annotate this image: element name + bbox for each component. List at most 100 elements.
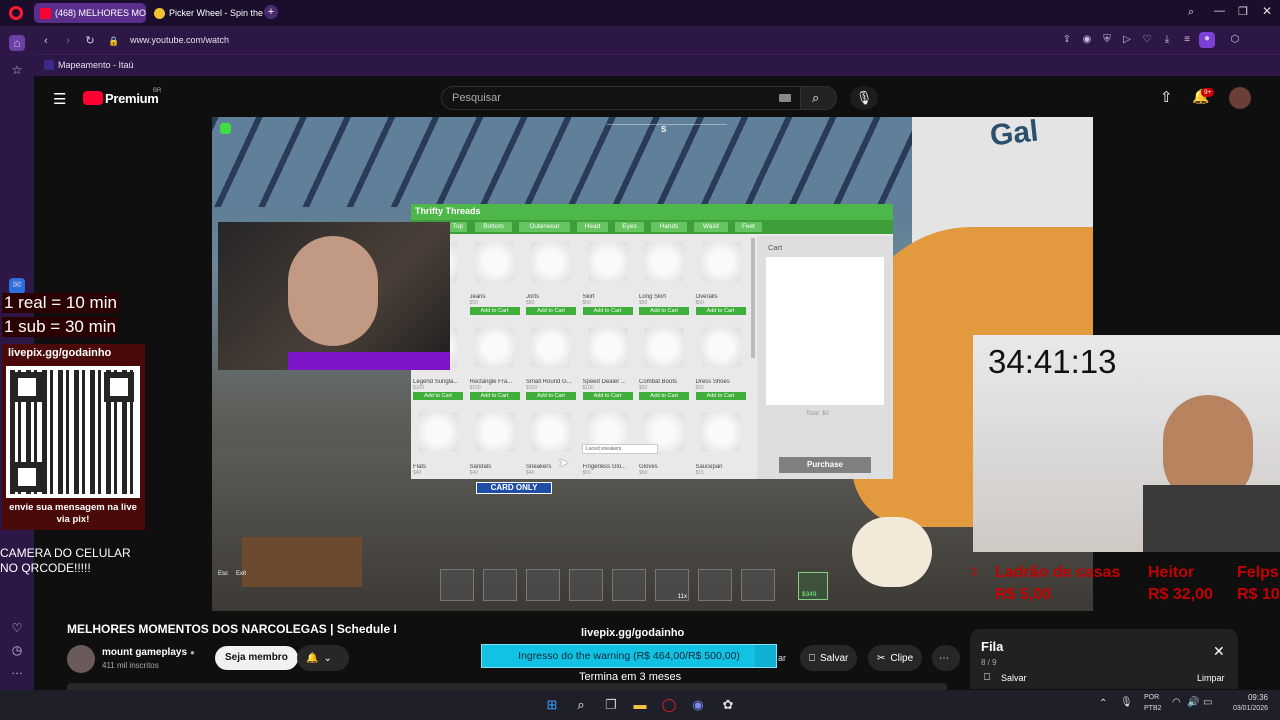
add-to-cart-button[interactable]: Add to Cart [526,307,576,315]
queue-clear-button[interactable]: Limpar [1197,673,1225,683]
shop-item[interactable]: Speed Dealer ... $100 Add to Cart [582,323,633,403]
share-button-partial[interactable]: ar [778,653,786,663]
task-view-icon[interactable]: ❐ [602,696,620,714]
new-tab-button[interactable]: + [264,5,278,19]
add-to-cart-button[interactable]: Add to Cart [469,392,520,400]
add-to-cart-button[interactable]: Add to Cart [469,307,520,315]
shop-item[interactable]: Jorts $50 Add to Cart [526,238,576,318]
star-icon[interactable]: ☆ [9,62,25,78]
shop-item[interactable]: Sandals $40 [470,408,520,488]
camera-icon[interactable]: ◉ [1080,33,1094,47]
add-to-cart-button[interactable]: Add to Cart [695,392,746,400]
messenger-icon[interactable]: ✉ [9,278,25,294]
app-icon[interactable]: ✿ [719,696,737,714]
minimize-icon[interactable]: — [1214,5,1225,17]
shop-item[interactable]: Small Round G... $100 Add to Cart [526,323,576,403]
channel-name[interactable]: mount gameplays [102,647,187,658]
shop-item[interactable]: Dress Shoes $50 Add to Cart [695,323,746,403]
add-to-cart-button[interactable]: Add to Cart [526,392,576,400]
add-to-cart-button[interactable]: Add to Cart [639,307,689,315]
add-to-cart-button[interactable]: Add to Cart [695,307,746,315]
discord-icon[interactable]: ◉ [689,696,707,714]
back-icon[interactable]: ‹ [38,33,54,49]
shop-item[interactable]: Saucepan $15 [696,408,746,488]
windows-start-icon[interactable]: ⊞ [543,696,561,714]
channel-avatar[interactable] [67,645,95,673]
youtube-logo-icon[interactable] [83,91,103,105]
hotbar-slot[interactable] [483,569,517,601]
queue-save-icon[interactable]: ⎕ [984,672,990,683]
shop-item[interactable]: Skirt $50 Add to Cart [582,238,633,318]
tab-waist[interactable]: Waist [694,222,728,232]
tab-top[interactable]: Top [449,222,467,232]
close-queue-icon[interactable]: ✕ [1213,643,1225,660]
battery-icon[interactable]: ▭ [1203,697,1212,708]
tab-feet[interactable]: Feet [735,222,762,232]
tab-youtube[interactable]: (468) MELHORES MOM [34,3,146,23]
microphone-icon[interactable]: 🎙 [1120,697,1133,708]
shop-item[interactable]: Sneakers $40 [526,408,576,488]
add-to-cart-button[interactable]: Add to Cart [582,392,633,400]
add-to-cart-button[interactable]: Add to Cart [582,307,633,315]
forward-icon[interactable]: › [60,33,76,49]
bookmark-item[interactable]: Mapeamento - Itaú [58,60,134,70]
hotbar-slot[interactable] [526,569,560,601]
queue-save-button[interactable]: Salvar [1001,673,1027,683]
youtube-premium-logo[interactable]: Premium [105,91,159,106]
heart-icon[interactable]: ♡ [9,620,25,636]
subscription-bell-button[interactable]: 🔔 ⌄ [297,645,349,671]
play-icon[interactable]: ▷ [1120,33,1134,47]
keyboard-layout[interactable]: PTB2 [1144,705,1162,712]
wifi-icon[interactable]: ◠ [1172,697,1181,708]
tab-picker-wheel[interactable]: Picker Wheel - Spin the W [148,3,263,23]
download-icon[interactable]: ⤓ [1160,33,1174,47]
tab-eyes[interactable]: Eyes [615,222,644,232]
voice-search-icon[interactable]: 🎙 [850,86,878,110]
menu-icon[interactable]: ≡ [1180,33,1194,47]
purchase-button[interactable]: Purchase [779,457,871,473]
tab-outerwear[interactable]: Outerwear [519,222,570,232]
reload-icon[interactable]: ↻ [82,33,98,49]
file-explorer-icon[interactable]: ▬ [631,696,649,714]
shield-icon[interactable]: ⛨ [1100,33,1114,47]
hamburger-menu-icon[interactable]: ☰ [53,90,66,108]
opera-taskbar-icon[interactable]: ◯ [660,696,678,714]
search-input[interactable]: Pesquisar [441,86,801,110]
language-code[interactable]: POR [1144,694,1159,701]
hotbar-slot[interactable] [698,569,732,601]
keyboard-icon[interactable] [779,94,791,102]
save-button[interactable]: ⎕ Salvar [800,645,858,671]
clock-date[interactable]: 03/01/2026 [1226,705,1268,712]
clip-button[interactable]: ✂ Clipe [868,645,923,671]
maximize-icon[interactable]: ❐ [1238,5,1248,18]
exit-label[interactable]: Exit [236,571,246,577]
hotbar-slot[interactable] [569,569,603,601]
add-to-cart-button[interactable]: Add to Cart [639,392,689,400]
more-icon[interactable]: … [9,662,25,678]
tab-head[interactable]: Head [577,222,608,232]
upload-icon[interactable]: ⇧ [1160,88,1173,106]
shop-scrollbar[interactable] [751,238,755,358]
send-icon[interactable]: ⇪ [1060,33,1074,47]
tab-bottom[interactable]: Bottom [475,222,512,232]
tab-hands[interactable]: Hands [651,222,687,232]
avatar[interactable] [1229,87,1251,109]
search-tabs-icon[interactable]: ⌕ [1188,6,1194,19]
tray-chevron-up-icon[interactable]: ⌃ [1099,698,1107,709]
shop-item[interactable]: Jeans $50 Add to Cart [469,238,520,318]
heart-icon[interactable]: ♡ [1140,33,1154,47]
money-slot[interactable]: $349 [798,572,828,600]
hotbar-slot[interactable] [612,569,646,601]
volume-icon[interactable]: 🔊 [1187,697,1199,708]
close-window-icon[interactable]: ✕ [1262,4,1272,18]
add-to-cart-button[interactable]: Add to Cart [413,392,463,400]
more-actions-button[interactable]: ⋯ [932,645,960,671]
search-icon[interactable]: ⌕ [572,696,590,714]
clock-time[interactable]: 09:36 [1226,693,1268,702]
url-field[interactable]: www.youtube.com/watch [130,35,229,45]
home-icon[interactable]: ⌂ [9,35,25,51]
hotbar-slot[interactable] [741,569,775,601]
history-icon[interactable]: ◷ [9,642,25,658]
hotbar-slot[interactable] [440,569,474,601]
search-button[interactable]: ⌕ [801,86,837,110]
